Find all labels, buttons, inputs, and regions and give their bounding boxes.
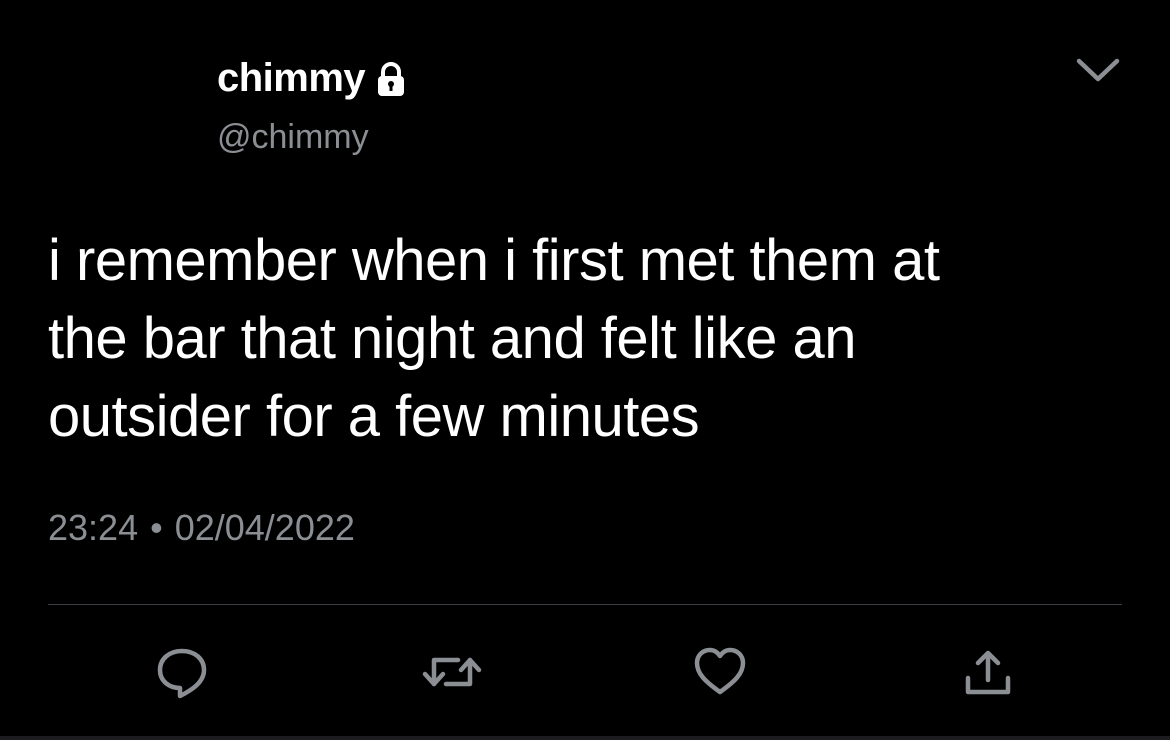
lock-icon — [371, 59, 411, 99]
like-button[interactable] — [688, 640, 752, 704]
divider — [48, 604, 1122, 605]
tweet-date: 02/04/2022 — [174, 507, 355, 548]
retweet-button[interactable] — [420, 640, 484, 704]
share-button[interactable] — [956, 640, 1020, 704]
tweet-time: 23:24 — [48, 507, 139, 548]
speech-bubble-icon — [157, 648, 207, 699]
tweet-card: chimmy @chimmy i remember when i first m… — [0, 0, 1170, 740]
more-options-button[interactable] — [1068, 48, 1128, 92]
tweet-text-line: i remember when i first met them at — [48, 228, 940, 293]
display-name[interactable]: chimmy — [217, 56, 366, 101]
bottom-edge — [0, 736, 1170, 740]
tweet-text-line: the bar that night and felt like an — [48, 306, 856, 371]
user-handle[interactable]: @chimmy — [217, 118, 369, 157]
share-upload-icon — [965, 650, 1011, 695]
tweet-timestamp[interactable]: 23:24 • 02/04/2022 — [48, 507, 355, 549]
heart-icon — [694, 647, 746, 695]
author-name-row[interactable]: chimmy — [217, 56, 411, 101]
tweet-text-line: outsider for a few minutes — [48, 384, 700, 449]
chevron-down-icon — [1076, 58, 1120, 82]
meta-separator: • — [150, 507, 163, 548]
retweet-arrows-icon — [422, 657, 482, 687]
reply-button[interactable] — [150, 640, 214, 704]
tweet-text: i remember when i first met them at the … — [48, 222, 1128, 456]
tweet-actions-bar — [0, 640, 1170, 710]
